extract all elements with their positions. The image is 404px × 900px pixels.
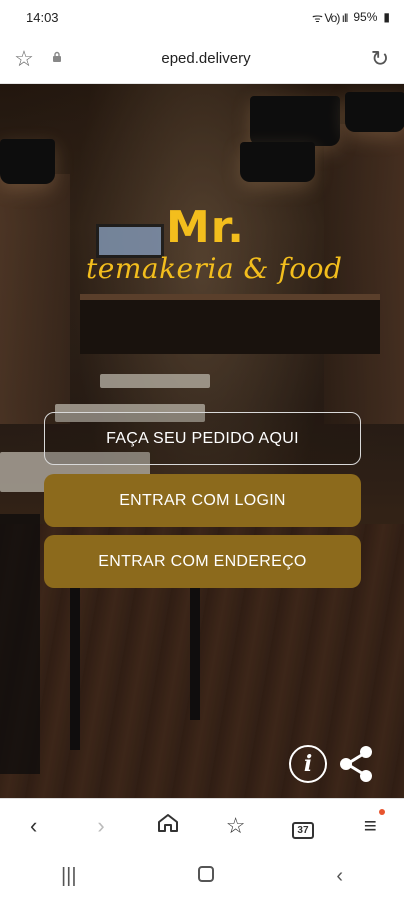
- status-bar: 14:03 ᯤ Vo) ıll 95% ▮: [0, 0, 404, 34]
- menu-glyph: ≡: [363, 812, 377, 838]
- login-button[interactable]: ENTRAR COM LOGIN: [44, 474, 361, 527]
- address-bar: ☆ eped.delivery ↻: [0, 34, 404, 84]
- order-here-button[interactable]: FAÇA SEU PEDIDO AQUI: [44, 412, 361, 465]
- brand-logo-tagline: temakeria & food: [86, 252, 343, 285]
- hero-background: Mr. temakeria & food FAÇA SEU PEDIDO AQU…: [0, 84, 404, 798]
- back-icon[interactable]: ‹: [9, 813, 59, 839]
- status-time: 14:03: [26, 9, 59, 25]
- brand-logo-name: Mr.: [166, 202, 245, 253]
- tabs-icon[interactable]: 37: [278, 813, 328, 839]
- signal-icon: ᯤ Vo) ıll: [312, 10, 348, 25]
- url-text[interactable]: eped.delivery: [66, 50, 346, 67]
- forward-icon[interactable]: ›: [76, 813, 126, 839]
- lock-icon: [48, 51, 66, 66]
- battery-icon: ▮: [383, 10, 390, 24]
- info-icon[interactable]: i: [289, 745, 327, 783]
- tabs-count: 37: [292, 821, 314, 839]
- system-nav-bar: ||| ‹: [0, 852, 404, 900]
- menu-icon[interactable]: ≡: [345, 808, 395, 839]
- status-indicators: ᯤ Vo) ıll 95% ▮: [312, 9, 390, 26]
- bookmarks-icon[interactable]: ☆: [211, 813, 261, 839]
- reload-icon[interactable]: ↻: [356, 46, 404, 72]
- bookmark-star-icon[interactable]: ☆: [0, 46, 48, 72]
- system-back-icon[interactable]: ‹: [336, 865, 343, 888]
- browser-bottom-nav: ‹ › ☆ 37 ≡: [0, 798, 404, 852]
- home-button[interactable]: [198, 865, 215, 888]
- home-icon[interactable]: [143, 813, 193, 839]
- notification-dot: [379, 808, 386, 815]
- recent-apps-icon[interactable]: |||: [61, 865, 77, 888]
- battery-text: 95%: [353, 10, 378, 24]
- share-icon[interactable]: [336, 744, 376, 784]
- address-button[interactable]: ENTRAR COM ENDEREÇO: [44, 535, 361, 588]
